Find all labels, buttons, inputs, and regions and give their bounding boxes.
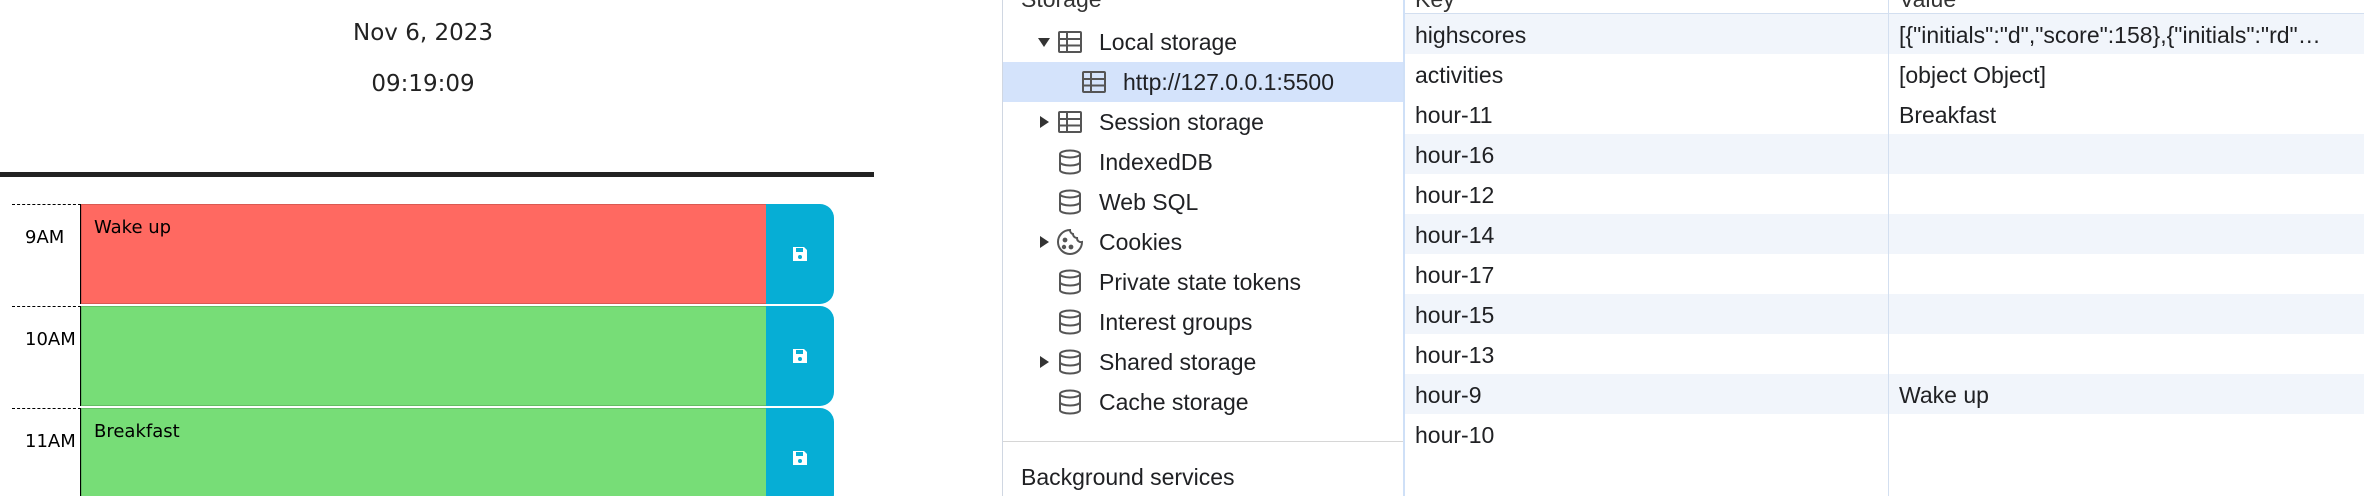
key-cell: hour-14	[1415, 222, 1495, 248]
key-cell: activities	[1415, 62, 1504, 88]
sidebar-item-label: Web SQL	[1099, 188, 1199, 215]
collapsed-arrow-icon[interactable]	[1037, 235, 1051, 249]
section-separator	[1003, 441, 1403, 442]
key-cell: hour-15	[1415, 302, 1495, 328]
sidebar-item-session-storage[interactable]: Session storage	[1003, 102, 1403, 142]
value-column-header[interactable]: Value	[1899, 0, 1956, 13]
collapsed-arrow-icon[interactable]	[1037, 115, 1051, 129]
work-day-scheduler: Nov 6, 2023 09:19:09 9AM Wake up 10AM 11…	[0, 0, 874, 496]
key-column-header[interactable]: Key	[1415, 0, 1455, 13]
table-row[interactable]: hour-14	[1405, 214, 2364, 254]
table-row[interactable]: hour-12	[1405, 174, 2364, 214]
sidebar-item-interest-groups[interactable]: Interest groups	[1003, 302, 1403, 342]
column-divider[interactable]	[1888, 0, 1889, 496]
sidebar-item-label: Local storage	[1099, 28, 1238, 55]
table-row[interactable]: hour-15	[1405, 294, 2364, 334]
description-textarea[interactable]: Breakfast	[81, 408, 768, 496]
key-cell: hour-10	[1415, 422, 1495, 448]
cookie-icon	[1055, 227, 1085, 257]
sidebar-item-cookies[interactable]: Cookies	[1003, 222, 1403, 262]
database-icon	[1055, 387, 1085, 417]
storage-sidebar: Storage Local storage http://127.0.0.1:5…	[1003, 0, 1405, 496]
key-cell: hour-11	[1415, 102, 1493, 128]
sidebar-item-label: http://127.0.0.1:5500	[1123, 68, 1335, 95]
collapsed-arrow-icon[interactable]	[1037, 355, 1051, 369]
database-icon	[1055, 267, 1085, 297]
sidebar-item-label: Interest groups	[1099, 308, 1253, 335]
current-time: 09:19:09	[371, 71, 475, 97]
sidebar-item-local-storage[interactable]: Local storage	[1003, 22, 1403, 62]
sidebar-item-indexeddb[interactable]: IndexedDB	[1003, 142, 1403, 182]
sidebar-item-label: Session storage	[1099, 108, 1264, 135]
floppy-disk-icon	[793, 247, 807, 261]
save-button[interactable]	[766, 306, 834, 406]
database-icon	[1055, 307, 1085, 337]
sidebar-item-label: Private state tokens	[1099, 268, 1301, 295]
table-icon	[1055, 107, 1085, 137]
table-icon	[1079, 67, 1109, 97]
sidebar-item-cache-storage[interactable]: Cache storage	[1003, 382, 1403, 422]
sidebar-item-shared-storage[interactable]: Shared storage	[1003, 342, 1403, 382]
storage-section-heading: Storage	[1021, 0, 1102, 13]
sidebar-item-private-state-tokens[interactable]: Private state tokens	[1003, 262, 1403, 302]
hour-label: 11AM	[12, 408, 81, 496]
floppy-disk-icon	[793, 349, 807, 363]
sidebar-item-local-origin[interactable]: http://127.0.0.1:5500	[1003, 62, 1403, 102]
table-row[interactable]: hour-10	[1405, 414, 2364, 454]
database-icon	[1055, 147, 1085, 177]
description-textarea[interactable]	[81, 306, 768, 406]
time-block-row: 10AM	[12, 306, 834, 406]
key-cell: hour-12	[1415, 182, 1495, 208]
save-button[interactable]	[766, 204, 834, 304]
hour-label: 9AM	[12, 204, 81, 304]
key-cell: hour-13	[1415, 342, 1495, 368]
value-cell: Breakfast	[1899, 102, 1997, 128]
header-divider	[0, 172, 874, 177]
table-icon	[1055, 27, 1085, 57]
key-cell: hour-9	[1415, 382, 1482, 408]
sidebar-item-label: Shared storage	[1099, 348, 1257, 375]
sidebar-item-label: Cache storage	[1099, 388, 1249, 415]
time-block-row: 11AM Breakfast	[12, 408, 834, 496]
value-cell: [object Object]	[1899, 62, 2047, 88]
value-cell: [{"initials":"d","score":158},{"initials…	[1899, 22, 2321, 48]
sidebar-item-label: IndexedDB	[1099, 148, 1213, 175]
table-row[interactable]: hour-9 Wake up	[1405, 374, 2364, 414]
table-row[interactable]: hour-16	[1405, 134, 2364, 174]
value-cell: Wake up	[1899, 382, 1989, 408]
background-services-heading[interactable]: Background services	[1021, 464, 1235, 491]
time-block-row: 9AM Wake up	[12, 204, 834, 304]
save-button[interactable]	[766, 408, 834, 496]
key-cell: highscores	[1415, 22, 1527, 48]
current-date: Nov 6, 2023	[353, 20, 493, 46]
table-row[interactable]: activities [object Object]	[1405, 54, 2364, 94]
table-row[interactable]: hour-13	[1405, 334, 2364, 374]
description-textarea[interactable]: Wake up	[81, 204, 768, 304]
table-row[interactable]: highscores [{"initials":"d","score":158}…	[1405, 14, 2364, 54]
sidebar-item-web-sql[interactable]: Web SQL	[1003, 182, 1403, 222]
devtools-application-panel: Storage Local storage http://127.0.0.1:5…	[1002, 0, 2364, 496]
expanded-arrow-icon[interactable]	[1037, 35, 1051, 49]
hour-label: 10AM	[12, 306, 81, 406]
key-cell: hour-17	[1415, 262, 1495, 288]
storage-table: Key Value highscores [{"initials":"d","s…	[1405, 0, 2364, 496]
floppy-disk-icon	[793, 451, 807, 465]
table-row[interactable]: hour-17	[1405, 254, 2364, 294]
database-icon	[1055, 187, 1085, 217]
sidebar-item-label: Cookies	[1099, 228, 1183, 255]
database-icon	[1055, 347, 1085, 377]
key-cell: hour-16	[1415, 142, 1495, 168]
table-row[interactable]: hour-11 Breakfast	[1405, 94, 2364, 134]
